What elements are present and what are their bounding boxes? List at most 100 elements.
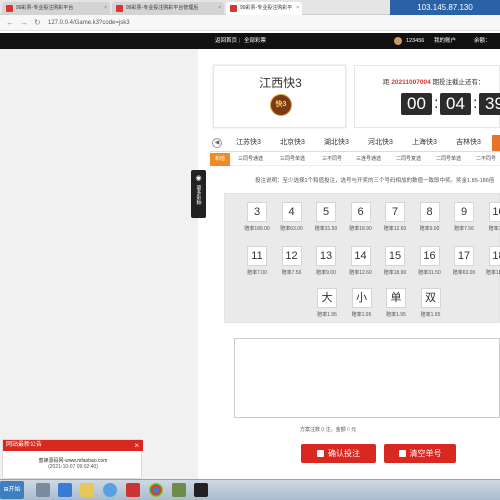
- clear-bets-button[interactable]: 清空单号: [384, 444, 456, 463]
- chrome-icon[interactable]: [149, 483, 163, 497]
- number-cell[interactable]: 10 赔率7.00: [481, 202, 500, 238]
- clear-label: 清空单号: [409, 449, 442, 458]
- number-cell[interactable]: 小赔率1.95: [344, 288, 380, 324]
- folder-icon[interactable]: [80, 483, 94, 497]
- tab-lottery[interactable]: 上海快3: [412, 135, 437, 151]
- trash-icon: [398, 450, 406, 457]
- odds-label: 赔率1.95: [351, 312, 372, 318]
- confirm-bet-button[interactable]: 确认投注: [301, 444, 376, 463]
- number-button[interactable]: 14: [350, 246, 371, 266]
- announcement-line[interactable]: 蜜蜂源码网-www.mfaobao.com: [3, 457, 143, 464]
- account-menu[interactable]: 我的账户: [434, 33, 456, 49]
- terminal-icon[interactable]: [194, 483, 208, 497]
- computer-icon[interactable]: [36, 483, 50, 497]
- tab-play[interactable]: 三同号单选: [280, 153, 305, 166]
- reload-icon[interactable]: ↻: [34, 18, 41, 27]
- browser-tab-2[interactable]: 99彩票-专业投注购彩平台管理后 ×: [112, 2, 224, 15]
- number-button[interactable]: 小: [351, 288, 372, 308]
- app-icon[interactable]: [126, 483, 140, 497]
- odds-label: 赔率18.90: [383, 270, 407, 276]
- number-cell[interactable]: 18 赔率189.00: [481, 246, 500, 282]
- prev-arrow-icon[interactable]: ◀: [212, 138, 222, 148]
- number-button[interactable]: 11: [247, 246, 267, 266]
- number-button[interactable]: 3: [247, 202, 267, 222]
- powershell-icon[interactable]: [58, 483, 72, 497]
- balance-label: 余额：: [474, 38, 491, 44]
- number-cell[interactable]: 13 赔率9.00: [308, 246, 344, 282]
- number-button[interactable]: 16: [419, 246, 440, 266]
- home-link[interactable]: 返回首页: [215, 33, 237, 49]
- number-button[interactable]: 单: [386, 288, 406, 308]
- number-cell[interactable]: 9 赔率7.56: [446, 202, 482, 238]
- number-cell[interactable]: 6 赔率18.90: [343, 202, 379, 238]
- browser-tab-1[interactable]: 99彩票-专业投注购彩平台 ×: [2, 2, 110, 15]
- tab-lottery[interactable]: 湖北快3: [324, 135, 349, 151]
- number-cell[interactable]: 7 赔率12.60: [377, 202, 413, 238]
- number-button[interactable]: 8: [419, 202, 440, 222]
- username[interactable]: 123456: [406, 33, 424, 49]
- number-button[interactable]: 12: [281, 246, 302, 266]
- tab-play-sum[interactable]: 和值: [210, 153, 230, 166]
- odds-label: 赔率7.56: [281, 270, 302, 276]
- number-button[interactable]: 6: [350, 202, 371, 222]
- editor-icon[interactable]: [172, 483, 186, 497]
- number-cell[interactable]: 5 赔率31.50: [308, 202, 344, 238]
- forward-icon[interactable]: →: [20, 18, 28, 27]
- number-cell[interactable]: 双赔率1.95: [413, 288, 449, 324]
- number-button[interactable]: 17: [454, 246, 474, 266]
- all-lottery-link[interactable]: 全部彩票: [244, 33, 266, 49]
- back-icon[interactable]: ←: [6, 18, 14, 27]
- number-button[interactable]: 13: [316, 246, 336, 266]
- tab-lottery[interactable]: 江苏快3: [236, 135, 261, 151]
- tab-lottery[interactable]: 吉林快3: [456, 135, 481, 151]
- number-cell[interactable]: 3 赔率189.00: [239, 202, 275, 238]
- tab-play[interactable]: 二同号单选: [436, 153, 461, 166]
- number-cell[interactable]: 8 赔率9.00: [412, 202, 448, 238]
- number-cell[interactable]: 12 赔率7.56: [274, 246, 310, 282]
- confirm-label: 确认投注: [328, 449, 360, 458]
- browser-tab-3[interactable]: 99彩票-专业投注购彩平 ×: [226, 2, 302, 15]
- tab-lottery[interactable]: 北京快3: [280, 135, 305, 151]
- number-button[interactable]: 双: [420, 288, 441, 308]
- tab-play[interactable]: 二不同号: [476, 153, 496, 166]
- number-cell[interactable]: 单赔率1.95: [378, 288, 414, 324]
- url-input[interactable]: 127.0.0.4/Game.k3?code=jsk3: [48, 17, 348, 29]
- number-button[interactable]: 5: [316, 202, 336, 222]
- tab-play[interactable]: 三不同号: [322, 153, 342, 166]
- number-cell[interactable]: 11 赔率7.00: [239, 246, 275, 282]
- tab-play[interactable]: 三同号通选: [238, 153, 263, 166]
- close-icon[interactable]: ×: [134, 440, 139, 451]
- next-tab-active-marker[interactable]: [492, 135, 500, 151]
- network-icon[interactable]: [103, 483, 117, 497]
- browser-tab-label: 99彩票-专业投注购彩平: [240, 5, 293, 11]
- tab-lottery[interactable]: 河北快3: [368, 135, 393, 151]
- number-button[interactable]: 4: [281, 202, 302, 222]
- number-cell[interactable]: 大赔率1.95: [309, 288, 345, 324]
- more-lottery-side-tab[interactable]: ◉ 更多彩种: [191, 170, 206, 218]
- start-button[interactable]: ⊞开始: [0, 481, 24, 499]
- odds-label: 赔率9.00: [316, 270, 336, 276]
- summary-mid: 注，金额: [325, 427, 346, 433]
- odds-label: 赔率12.60: [349, 270, 372, 276]
- odds-label: 赔率1.95: [386, 312, 406, 318]
- avatar[interactable]: [394, 37, 402, 45]
- close-tab-icon[interactable]: ×: [296, 2, 299, 15]
- number-cell[interactable]: 4 赔率63.00: [274, 202, 310, 238]
- tab-play[interactable]: 三连号通选: [356, 153, 381, 166]
- number-button[interactable]: 15: [385, 246, 405, 266]
- number-cell[interactable]: 17 赔率63.00: [446, 246, 482, 282]
- tab-play[interactable]: 二同号复选: [396, 153, 421, 166]
- number-cell[interactable]: 15 赔率18.90: [377, 246, 413, 282]
- close-tab-icon[interactable]: ×: [104, 2, 107, 15]
- number-button[interactable]: 9: [454, 202, 474, 222]
- number-button[interactable]: 7: [385, 202, 405, 222]
- close-tab-icon[interactable]: ×: [218, 2, 221, 15]
- number-button[interactable]: 10: [488, 202, 500, 222]
- number-button[interactable]: 18: [488, 246, 500, 266]
- colon-separator: :: [473, 95, 478, 112]
- number-cell[interactable]: 14 赔率12.60: [343, 246, 379, 282]
- number-button[interactable]: 大: [317, 288, 337, 308]
- period-line: 距 20211007004 期投注截止还有：: [383, 76, 485, 86]
- number-cell[interactable]: 16 赔率31.50: [412, 246, 448, 282]
- bet-list-area[interactable]: [234, 338, 500, 418]
